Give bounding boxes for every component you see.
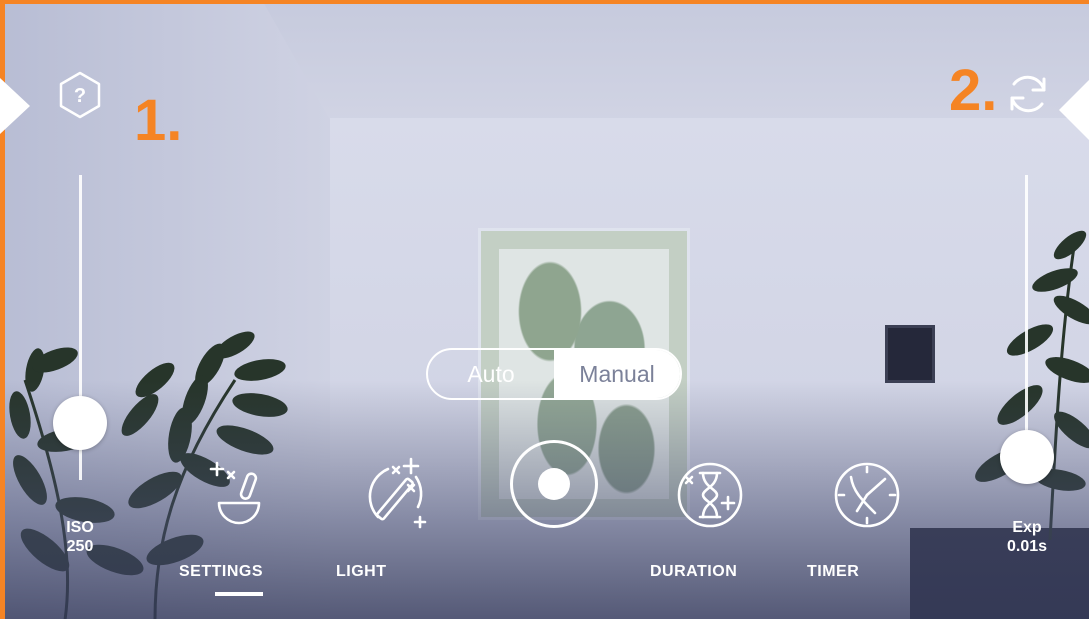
exposure-value: 0.01s	[1006, 538, 1048, 555]
timer-tool-button[interactable]	[807, 455, 927, 535]
iso-readout: ISO 250	[40, 518, 120, 556]
shutter-button[interactable]	[510, 440, 598, 528]
shutter-dot	[538, 468, 570, 500]
left-pointer-arrow	[0, 78, 30, 134]
help-icon: ?	[59, 71, 101, 119]
duration-tool-button[interactable]	[650, 455, 770, 535]
annotation-1: 1.	[134, 88, 183, 153]
right-pointer-arrow	[1059, 80, 1089, 140]
exposure-label: Exp	[1012, 519, 1042, 536]
settings-tool-label: SETTINGS	[179, 563, 264, 580]
svg-text:?: ?	[74, 85, 86, 107]
mortar-pestle-icon	[209, 461, 261, 525]
magic-wand-icon	[368, 457, 427, 529]
duration-tool-label: DURATION	[650, 563, 738, 580]
help-button[interactable]: ?	[55, 70, 105, 120]
iso-label: ISO	[66, 519, 94, 536]
camera-controls: ? 1. 2. ISO 250 Exp 0.01s Auto Manual SE…	[0, 0, 1089, 619]
clock-icon	[834, 462, 900, 528]
light-tool-label: LIGHT	[336, 563, 387, 580]
mode-auto-option[interactable]: Auto	[428, 350, 554, 398]
exposure-readout: Exp 0.01s	[987, 518, 1067, 556]
rotate-camera-button[interactable]	[1004, 70, 1052, 118]
mode-toggle: Auto Manual	[426, 348, 682, 400]
iso-value: 250	[66, 538, 94, 555]
timer-tool-label: TIMER	[807, 563, 860, 580]
rotate-camera-icon	[1010, 75, 1046, 113]
annotation-2: 2.	[949, 58, 998, 123]
exposure-slider-knob[interactable]	[1000, 430, 1054, 484]
settings-active-indicator	[215, 592, 263, 596]
hourglass-icon	[677, 462, 743, 528]
iso-slider-knob[interactable]	[53, 396, 107, 450]
mode-manual-option[interactable]: Manual	[554, 350, 680, 398]
light-tool-button[interactable]	[336, 455, 456, 535]
settings-tool-button[interactable]	[179, 455, 299, 535]
